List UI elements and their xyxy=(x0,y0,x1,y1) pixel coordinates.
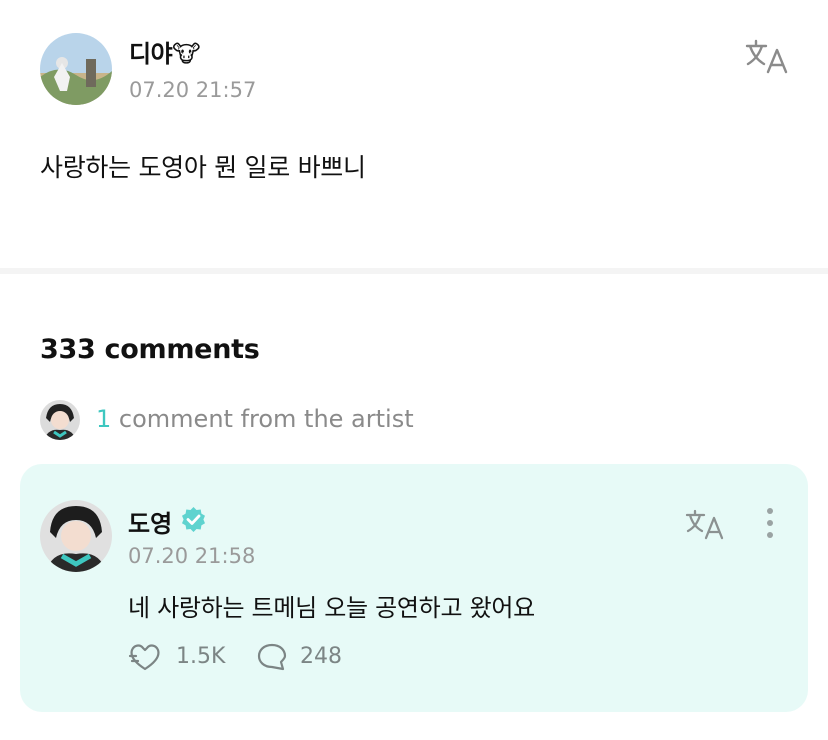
translate-icon[interactable] xyxy=(684,508,726,540)
more-vertical-icon[interactable] xyxy=(766,508,774,542)
artist-comment-card: 도영 07.20 21:58 네 사랑하는 트메님 오늘 공연하고 왔어요 1.… xyxy=(20,464,808,712)
post: 디야🐮 07.20 21:57 사랑하는 도영아 뭔 일로 바쁘니 xyxy=(0,0,828,268)
artist-comment-timestamp: 07.20 21:58 xyxy=(128,544,256,568)
section-divider xyxy=(0,268,828,274)
artist-comment-body: 네 사랑하는 트메님 오늘 공연하고 왔어요 xyxy=(128,594,535,622)
reply-count: 248 xyxy=(300,644,342,669)
post-body: 사랑하는 도영아 뭔 일로 바쁘니 xyxy=(40,153,366,182)
comment-bubble-icon[interactable] xyxy=(256,642,288,672)
heart-like-icon[interactable] xyxy=(128,642,162,672)
post-author-name[interactable]: 디야🐮 xyxy=(129,34,201,69)
post-timestamp: 07.20 21:57 xyxy=(129,78,257,102)
verified-badge-icon xyxy=(180,506,207,533)
artist-avatar-small xyxy=(40,400,80,440)
translate-icon[interactable] xyxy=(744,38,790,74)
artist-name[interactable]: 도영 xyxy=(128,504,172,539)
post-author-avatar[interactable] xyxy=(40,33,112,105)
artist-comment-text: comment from the artist xyxy=(111,405,414,433)
artist-avatar[interactable] xyxy=(40,500,112,572)
like-count: 1.5K xyxy=(176,644,226,669)
artist-comment-label: 1 comment from the artist xyxy=(96,405,414,433)
comments-count-heading: 333 comments xyxy=(40,334,260,365)
artist-comment-count: 1 xyxy=(96,405,112,433)
